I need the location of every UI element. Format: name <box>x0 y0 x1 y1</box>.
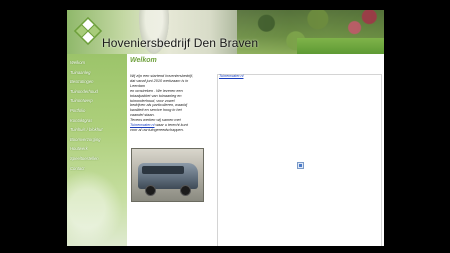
header-banner: Hoveniersbedrijf Den Braven <box>67 10 384 54</box>
diamond-leaf-logo-icon[interactable] <box>73 16 103 46</box>
sidebar-decoration <box>67 164 129 246</box>
menu-item-bestratingen[interactable]: Bestratingen <box>70 77 103 87</box>
menu-item-boomverzorging[interactable]: Boomverzorging <box>70 135 103 145</box>
menu-item-houtwerk[interactable]: Houtwerk <box>70 144 103 154</box>
menu-item-welkom[interactable]: Welkom <box>70 58 103 68</box>
embedded-frame <box>217 74 382 246</box>
page-container: Hoveniersbedrijf Den Braven Welkom Tuina… <box>67 10 384 246</box>
menu-item-tuinonderhoud[interactable]: Tuinonderhoud <box>70 87 103 97</box>
intro-text: Wij zijn een startend hoveniersbedrijf, … <box>130 74 214 133</box>
partner-suffix: waar u terecht kunt <box>155 123 188 128</box>
van-wheel <box>145 185 156 196</box>
menu-item-tuinaanleg[interactable]: Tuinaanleg <box>70 68 103 78</box>
garden-lawn-image <box>297 38 384 54</box>
sidebar: Welkom Tuinaanleg Bestratingen Tuinonder… <box>67 54 129 246</box>
site-title: Hoveniersbedrijf Den Braven <box>102 36 259 50</box>
partner-link[interactable]: Tuinenwater.nl <box>130 123 154 127</box>
partner-line-3: voor al uw tuingereedschappen. <box>130 127 184 132</box>
menu-item-contact[interactable]: Contact <box>70 164 103 174</box>
menu-item-tuinhuis-blokhut[interactable]: Tuinhuis / blokhut <box>70 125 103 135</box>
van-wheel <box>180 185 191 196</box>
menu-item-speeltoestellen[interactable]: Speeltoestellen <box>70 154 103 164</box>
main-menu: Welkom Tuinaanleg Bestratingen Tuinonder… <box>70 58 103 173</box>
menu-item-portfolio[interactable]: Portfolio <box>70 106 103 116</box>
menu-item-kontaktgras[interactable]: Kontaktgras <box>70 116 103 126</box>
broken-image-icon <box>297 162 304 169</box>
menu-item-tuinontwerp[interactable]: Tuinontwerp <box>70 96 103 106</box>
page-title: Welkom <box>130 57 157 64</box>
van-window <box>142 166 184 174</box>
frame-link[interactable]: Tuinenwater.nl <box>219 74 243 78</box>
van-photo <box>131 148 204 202</box>
